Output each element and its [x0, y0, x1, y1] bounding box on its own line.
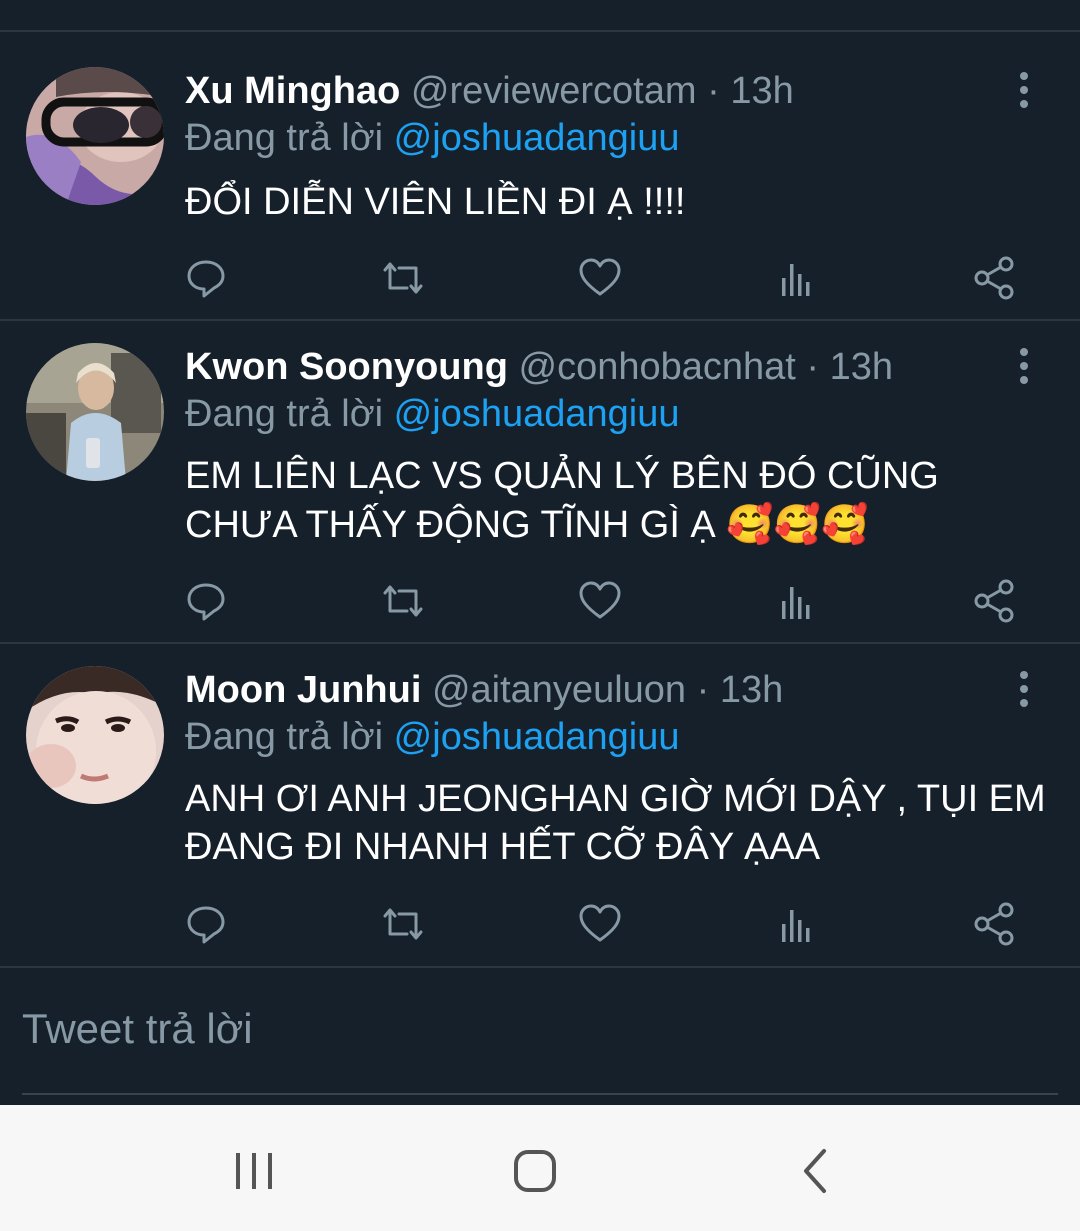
tweet-header: Kwon Soonyoung @conhobacnhat · 13h	[185, 345, 893, 389]
user-handle[interactable]: @reviewercotam	[411, 70, 697, 112]
dot-icon	[1020, 348, 1028, 356]
avatar[interactable]	[26, 666, 164, 804]
reply-prefix: Đang trả lời	[185, 716, 384, 758]
timestamp[interactable]: 13h	[730, 70, 793, 112]
tweet-text: ANH ƠI ANH JEONGHAN GIỜ MỚI DẬY , TỤI EM…	[185, 775, 1055, 871]
dot-icon	[1020, 86, 1028, 94]
like-icon	[579, 581, 621, 619]
share-icon	[974, 579, 1014, 623]
tweet-text: ĐỔI DIỄN VIÊN LIỀN ĐI Ạ !!!!	[185, 178, 1055, 226]
reply-prefix: Đang trả lời	[185, 393, 384, 435]
timestamp[interactable]: 13h	[720, 669, 783, 711]
mention-link[interactable]: @joshuadangiuu	[394, 716, 680, 758]
display-name[interactable]: Kwon Soonyoung	[185, 346, 508, 388]
tweet-text-content: ANH ƠI ANH JEONGHAN GIỜ MỚI DẬY , TỤI EM…	[185, 778, 1046, 868]
dot-icon	[1020, 100, 1028, 108]
separator-dot: ·	[696, 669, 710, 711]
analytics-icon	[782, 264, 810, 296]
tweet-actions	[0, 900, 1080, 948]
tweet-actions	[0, 577, 1080, 625]
separator-dot: ·	[806, 346, 820, 388]
replying-to: Đang trả lời @joshuadangiuu	[185, 116, 679, 160]
dot-icon	[1020, 685, 1028, 693]
replying-to: Đang trả lời @joshuadangiuu	[185, 715, 679, 759]
like-button[interactable]	[576, 254, 624, 302]
tweet-actions	[0, 254, 1080, 302]
like-button[interactable]	[576, 577, 624, 625]
user-handle[interactable]: @aitanyeuluon	[432, 669, 686, 711]
share-button[interactable]	[970, 900, 1018, 948]
display-name[interactable]: Moon Junhui	[185, 669, 421, 711]
like-button[interactable]	[576, 900, 624, 948]
timestamp[interactable]: 13h	[830, 346, 893, 388]
reply-icon	[187, 260, 225, 298]
retweet-icon	[383, 908, 423, 940]
avatar[interactable]	[26, 343, 164, 481]
home-button[interactable]	[505, 1141, 565, 1201]
analytics-icon	[782, 587, 810, 619]
share-icon	[974, 256, 1014, 300]
reply-button[interactable]	[182, 577, 230, 625]
user-handle[interactable]: @conhobacnhat	[519, 346, 796, 388]
back-button[interactable]	[786, 1141, 846, 1201]
tweet-header: Moon Junhui @aitanyeuluon · 13h	[185, 668, 783, 712]
compose-underline	[22, 1093, 1058, 1095]
recent-apps-button[interactable]	[224, 1141, 284, 1201]
like-icon	[579, 258, 621, 296]
retweet-button[interactable]	[379, 900, 427, 948]
more-options-button[interactable]	[1004, 669, 1044, 709]
system-navigation-bar	[0, 1105, 1080, 1231]
dot-icon	[1020, 72, 1028, 80]
retweet-button[interactable]	[379, 577, 427, 625]
analytics-button[interactable]	[773, 577, 821, 625]
retweet-icon	[383, 585, 423, 617]
tweet-text: EM LIÊN LẠC VS QUẢN LÝ BÊN ĐÓ CŨNG CHƯA …	[185, 452, 1055, 549]
share-button[interactable]	[970, 577, 1018, 625]
dot-icon	[1020, 699, 1028, 707]
display-name[interactable]: Xu Minghao	[185, 70, 400, 112]
reply-compose-input[interactable]: Tweet trả lời	[22, 1003, 253, 1055]
retweet-button[interactable]	[379, 254, 427, 302]
share-button[interactable]	[970, 254, 1018, 302]
reply-icon	[187, 906, 225, 944]
analytics-button[interactable]	[773, 900, 821, 948]
reply-prefix: Đang trả lời	[185, 117, 384, 159]
dot-icon	[1020, 376, 1028, 384]
tweet-header: Xu Minghao @reviewercotam · 13h	[185, 69, 794, 113]
home-icon	[514, 1150, 556, 1192]
mention-link[interactable]: @joshuadangiuu	[394, 393, 680, 435]
like-icon	[579, 904, 621, 942]
mention-link[interactable]: @joshuadangiuu	[394, 117, 680, 159]
recent-apps-icon	[236, 1153, 272, 1189]
avatar[interactable]	[26, 67, 164, 205]
analytics-button[interactable]	[773, 254, 821, 302]
tweet-reply[interactable]: Kwon Soonyoung @conhobacnhat · 13h Đang …	[0, 321, 1080, 644]
dot-icon	[1020, 362, 1028, 370]
separator-dot: ·	[707, 70, 720, 112]
reply-button[interactable]	[182, 900, 230, 948]
reply-icon	[187, 583, 225, 621]
back-icon	[804, 1149, 826, 1193]
tweet-text-content: ĐỔI DIỄN VIÊN LIỀN ĐI Ạ !!!!	[185, 181, 686, 223]
analytics-icon	[782, 910, 810, 942]
tweet-reply[interactable]: Xu Minghao @reviewercotam · 13h Đang trả…	[0, 32, 1080, 321]
retweet-icon	[383, 262, 423, 294]
tweet-reply[interactable]: Moon Junhui @aitanyeuluon · 13h Đang trả…	[0, 644, 1080, 968]
replying-to: Đang trả lời @joshuadangiuu	[185, 392, 679, 436]
more-options-button[interactable]	[1004, 70, 1044, 110]
smiling-face-with-hearts-emoji: 🥰🥰🥰	[726, 502, 869, 546]
reply-button[interactable]	[182, 254, 230, 302]
dot-icon	[1020, 671, 1028, 679]
more-options-button[interactable]	[1004, 346, 1044, 386]
share-icon	[974, 902, 1014, 946]
